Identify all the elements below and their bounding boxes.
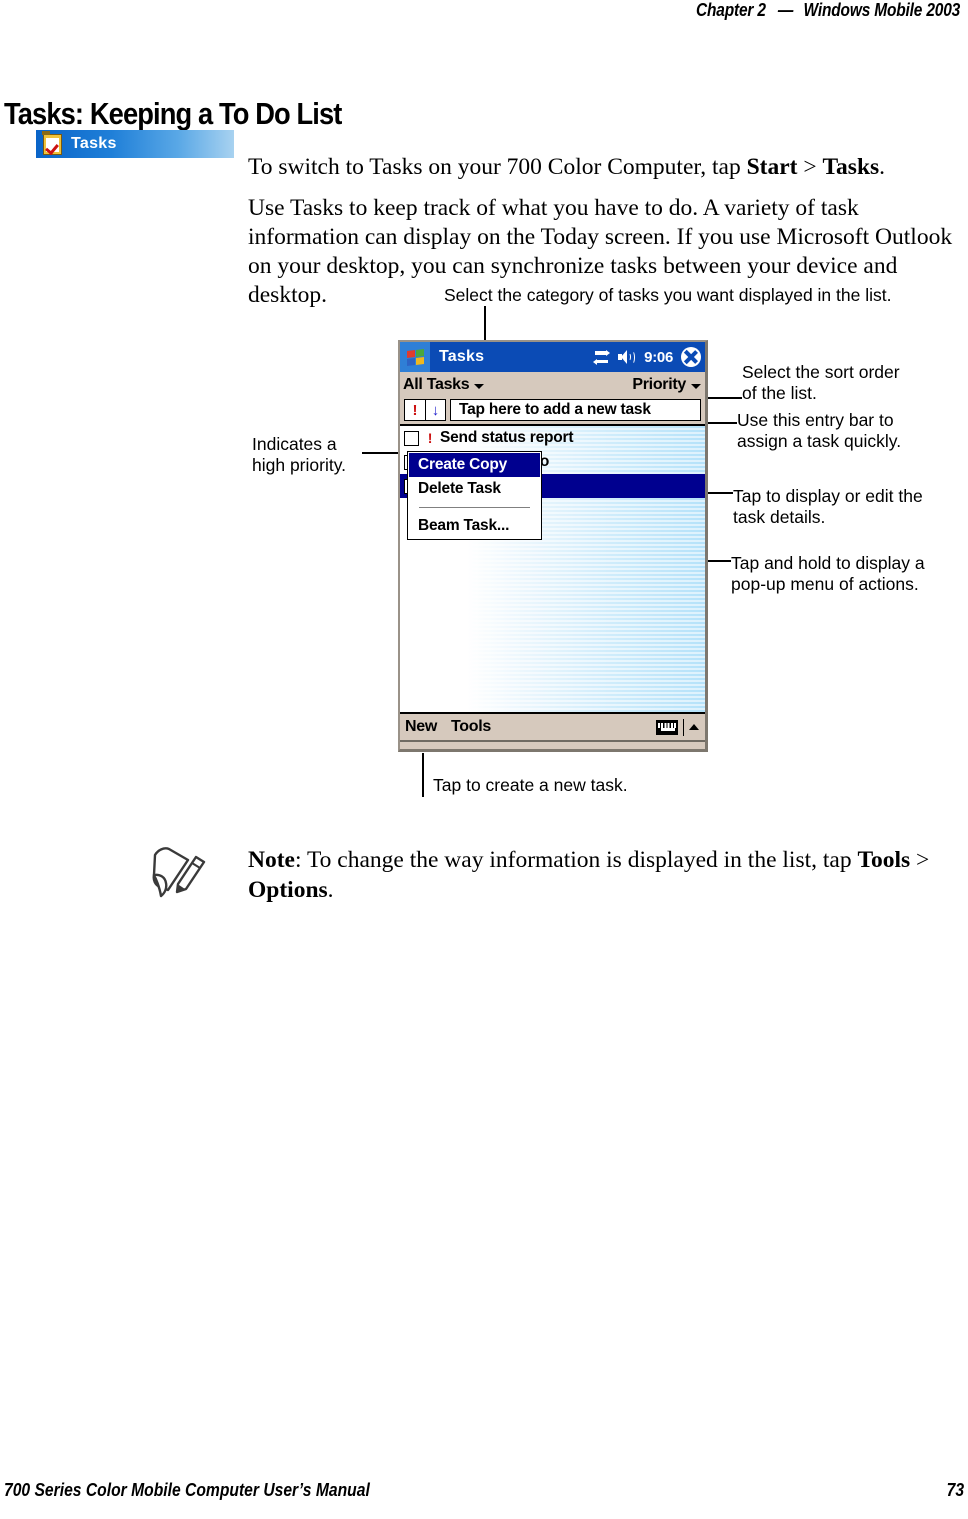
callout-popup-menu: Tap and hold to display a pop-up menu of…	[731, 553, 925, 594]
app-badge-label: Tasks	[71, 135, 117, 152]
note-bold-options: Options	[248, 877, 328, 903]
sync-arrows-icon[interactable]	[593, 349, 611, 365]
chevron-up-icon[interactable]	[689, 724, 699, 730]
page-title: Tasks: Keeping a To Do List	[4, 95, 342, 131]
note-pencil-icon	[148, 843, 206, 910]
start-button[interactable]	[400, 342, 430, 372]
sort-dropdown-label: Priority	[632, 376, 686, 393]
footer-manual-title: 700 Series Color Mobile Computer User’s …	[4, 1480, 370, 1500]
task-list-item[interactable]: ! Send status report	[400, 426, 705, 450]
clock-time[interactable]: 9:06	[644, 349, 673, 366]
task-label: Send status report	[440, 429, 574, 446]
footer-page-number: 73	[946, 1480, 964, 1500]
intro-text-pre: To switch to Tasks on your 700 Color Com…	[248, 153, 747, 180]
app-badge-tasks: Tasks	[36, 130, 234, 158]
sort-dropdown[interactable]: Priority	[632, 376, 701, 394]
running-head-product: Windows Mobile 2003	[803, 0, 960, 20]
running-head: Chapter 2 — Windows Mobile 2003	[696, 0, 960, 21]
chevron-down-icon	[474, 384, 485, 389]
command-bar-divider	[682, 718, 684, 736]
pda-title-bar: Tasks 9:06	[400, 342, 705, 372]
callout-entry-bar: Use this entry bar to assign a task quic…	[737, 410, 902, 451]
speaker-volume-icon[interactable]	[618, 350, 636, 364]
note-text-mid: >	[910, 847, 930, 873]
category-dropdown-label: All Tasks	[403, 376, 470, 393]
note-colon: :	[294, 847, 307, 873]
callout-category: Select the category of tasks you want di…	[444, 285, 892, 305]
note-text-post: .	[327, 877, 334, 903]
priority-high-icon: !	[427, 430, 433, 446]
category-dropdown[interactable]: All Tasks	[403, 376, 485, 394]
chevron-down-icon	[691, 384, 701, 389]
pda-app-title: Tasks	[439, 348, 485, 365]
callout-new-task: Tap to create a new task.	[433, 775, 628, 795]
new-task-input[interactable]: Tap here to add a new task	[450, 399, 701, 421]
pda-screenshot: Tasks 9:06 All Tasks Priority ! ↓ Tap he…	[398, 340, 708, 752]
note-text-pre: To change the way information is display…	[306, 847, 858, 873]
pda-bezel-base	[400, 740, 705, 745]
intro-paragraph: To switch to Tasks on your 700 Color Com…	[248, 153, 968, 182]
context-menu: Create Copy Delete Task Beam Task...	[407, 451, 542, 540]
intro-text-mid: >	[797, 153, 823, 180]
menu-item-beam-task[interactable]: Beam Task...	[409, 514, 540, 538]
status-tray: 9:06	[593, 342, 701, 372]
note-label: Note	[248, 847, 295, 873]
callout-task-details: Tap to display or edit the task details.	[733, 486, 923, 527]
close-x-icon[interactable]	[681, 347, 701, 367]
priority-high-button[interactable]: !	[404, 399, 425, 421]
note-block: Note: To change the way information is d…	[248, 845, 968, 905]
clipboard-check-icon	[43, 133, 62, 155]
callout-sort-order: Select the sort order of the list.	[742, 362, 900, 403]
task-checkbox[interactable]	[404, 430, 419, 446]
menu-item-create-copy[interactable]: Create Copy	[409, 453, 540, 477]
pda-command-bar: New Tools	[400, 712, 705, 740]
leader-new-task	[422, 753, 424, 797]
page-footer: 700 Series Color Mobile Computer User’s …	[4, 1480, 964, 1501]
keyboard-icon[interactable]	[655, 719, 678, 735]
intro-bold-tasks: Tasks	[822, 153, 880, 180]
new-button[interactable]: New	[405, 718, 437, 736]
intro-text-post: .	[879, 153, 886, 180]
windows-flag-icon	[406, 348, 424, 366]
clipboard-clip-decoration	[42, 131, 50, 135]
task-list: ! Send status report Call Jonesboro ↓ Pr…	[400, 424, 705, 712]
leader-category	[484, 306, 486, 342]
pda-filter-bar: All Tasks Priority	[400, 372, 705, 398]
callout-high-priority: Indicates a high priority.	[252, 434, 347, 475]
running-head-dash: —	[777, 0, 794, 20]
note-bold-tools: Tools	[857, 847, 911, 873]
running-head-chapter: Chapter 2	[695, 0, 766, 20]
tools-button[interactable]: Tools	[451, 718, 491, 736]
intro-bold-start: Start	[746, 153, 798, 180]
menu-separator	[419, 507, 530, 508]
menu-item-delete-task[interactable]: Delete Task	[409, 477, 540, 501]
pda-entry-bar: ! ↓ Tap here to add a new task	[400, 398, 705, 424]
priority-low-button[interactable]: ↓	[425, 399, 446, 421]
